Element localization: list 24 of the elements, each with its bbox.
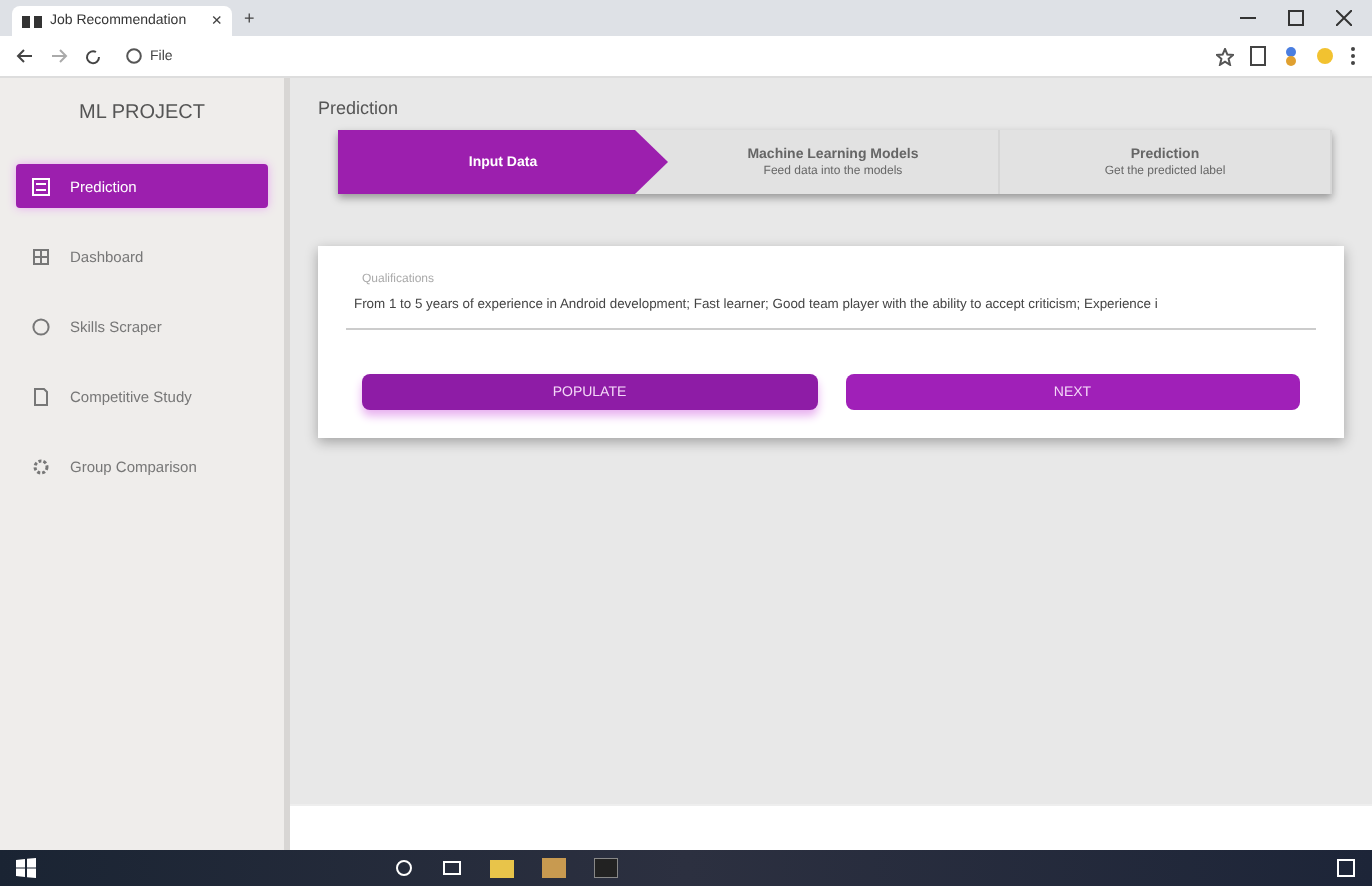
windows-icon[interactable] (16, 858, 36, 878)
menu-icon[interactable] (1350, 46, 1356, 66)
settings-icon (32, 457, 50, 475)
star-icon[interactable] (1216, 47, 1234, 65)
circle-icon (32, 317, 50, 335)
search-icon[interactable] (394, 858, 414, 878)
task-view-icon[interactable] (442, 858, 462, 878)
notification-icon[interactable] (1336, 858, 1356, 878)
grid-icon (32, 247, 50, 265)
close-icon[interactable]: × (211, 12, 222, 30)
back-arrow-icon[interactable] (16, 48, 34, 64)
reload-icon[interactable] (84, 47, 102, 65)
extension-icon[interactable] (1250, 46, 1266, 66)
app-icon (22, 15, 42, 27)
page-title: Prediction (316, 96, 401, 122)
document-icon (32, 387, 50, 405)
list-icon (32, 177, 50, 195)
project-title: ML PROJECT (77, 100, 207, 128)
maximize-icon[interactable] (1288, 10, 1304, 26)
info-icon (126, 48, 142, 64)
folder-icon[interactable] (490, 858, 514, 878)
new-tab-button[interactable]: + (244, 9, 255, 27)
terminal-icon[interactable] (594, 858, 618, 878)
close-icon[interactable] (1336, 10, 1352, 26)
